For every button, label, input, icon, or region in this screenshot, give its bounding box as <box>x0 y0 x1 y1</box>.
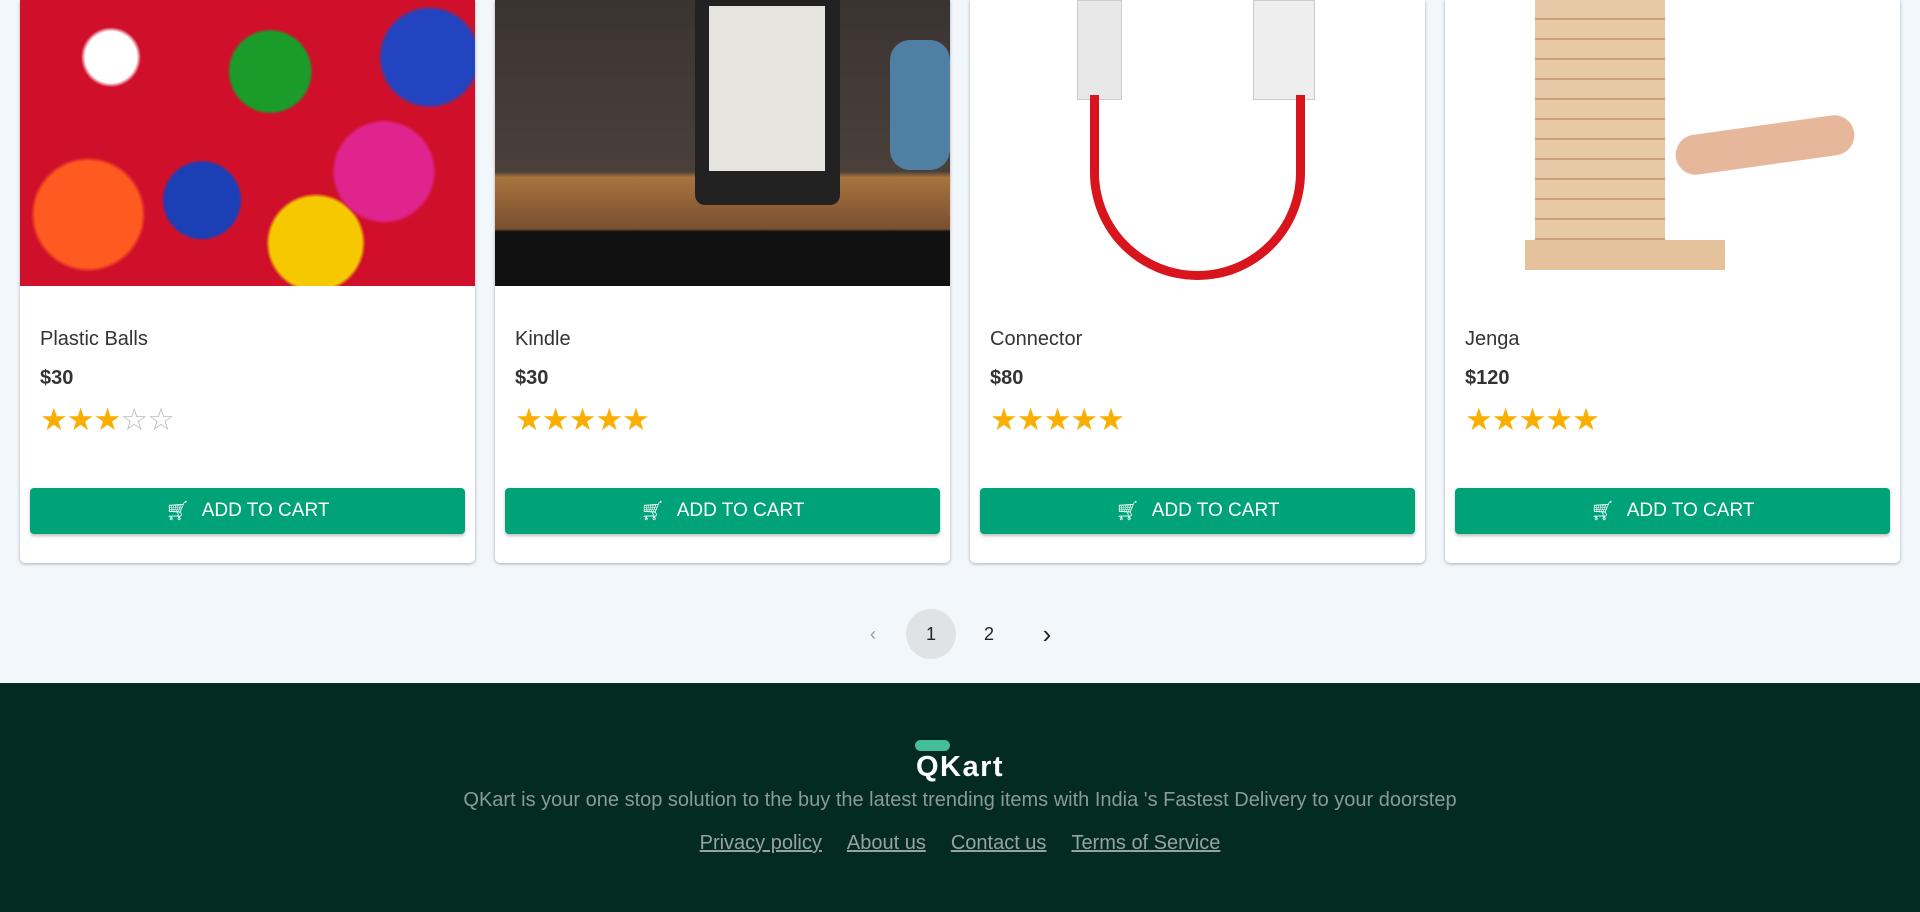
product-price: $30 <box>40 367 74 389</box>
product-card: Connector $80 ★★★★★ 🛒︎ ADD TO CART <box>970 0 1425 563</box>
chevron-left-icon[interactable]: ‹ <box>848 609 898 659</box>
add-cart-icon: 🛒︎ <box>165 501 190 522</box>
privacy-policy-link[interactable]: Privacy policy <box>700 832 822 855</box>
add-to-cart-button[interactable]: 🛒︎ ADD TO CART <box>1455 488 1890 534</box>
page-2-button[interactable]: 2 <box>964 609 1014 659</box>
product-title: Connector <box>990 328 1083 350</box>
rating-stars: ★★★☆☆ <box>40 402 175 437</box>
add-cart-icon: 🛒︎ <box>640 501 665 522</box>
page-1-button[interactable]: 1 <box>906 609 956 659</box>
product-image <box>970 0 1425 286</box>
footer: QKart QKart is your one stop solution to… <box>0 683 1920 912</box>
product-price: $120 <box>1465 367 1510 389</box>
product-card: Jenga $120 ★★★★★ 🛒︎ ADD TO CART <box>1445 0 1900 563</box>
add-to-cart-button[interactable]: 🛒︎ ADD TO CART <box>30 488 465 534</box>
pagination: ‹ 1 2 › <box>0 609 1920 659</box>
add-cart-icon: 🛒︎ <box>1115 501 1140 522</box>
footer-links: Privacy policy About us Contact us Terms… <box>0 832 1920 855</box>
contact-us-link[interactable]: Contact us <box>951 832 1047 855</box>
product-card: Kindle $30 ★★★★★ 🛒︎ ADD TO CART <box>495 0 950 563</box>
rating-stars: ★★★★★ <box>990 402 1125 437</box>
product-price: $80 <box>990 367 1024 389</box>
product-title: Jenga <box>1465 328 1520 350</box>
product-price: $30 <box>515 367 549 389</box>
rating-stars: ★★★★★ <box>515 402 650 437</box>
footer-tagline: QKart is your one stop solution to the b… <box>463 789 1457 811</box>
chevron-right-icon[interactable]: › <box>1022 609 1072 659</box>
logo-mark <box>915 740 950 751</box>
product-image <box>495 0 950 286</box>
rating-stars: ★★★★★ <box>1465 402 1600 437</box>
add-cart-icon: 🛒︎ <box>1590 501 1615 522</box>
product-image <box>20 0 475 286</box>
product-title: Kindle <box>515 328 571 350</box>
product-card: Plastic Balls $30 ★★★☆☆ 🛒︎ ADD TO CART <box>20 0 475 563</box>
product-image <box>1445 0 1900 286</box>
terms-of-service-link[interactable]: Terms of Service <box>1071 832 1220 855</box>
product-title: Plastic Balls <box>40 328 148 350</box>
about-us-link[interactable]: About us <box>847 832 926 855</box>
add-to-cart-button[interactable]: 🛒︎ ADD TO CART <box>980 488 1415 534</box>
footer-logo: QKart <box>915 751 1005 783</box>
add-to-cart-button[interactable]: 🛒︎ ADD TO CART <box>505 488 940 534</box>
